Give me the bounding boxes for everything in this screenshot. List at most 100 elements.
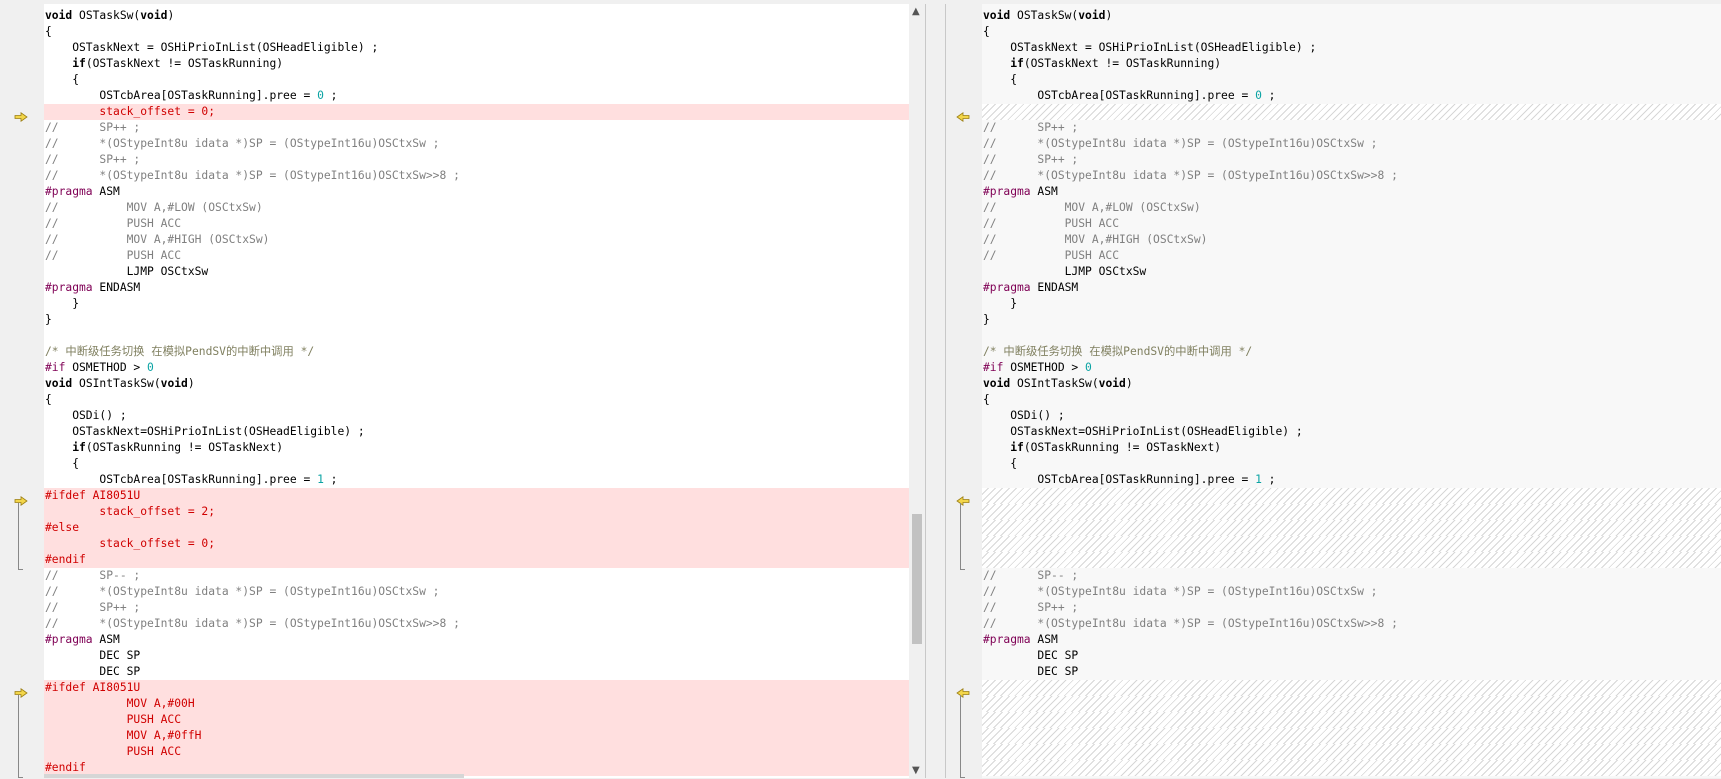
left-code-line[interactable]: #pragma ASM <box>44 184 909 200</box>
right-code-line[interactable]: { <box>982 392 1721 408</box>
left-code-line[interactable]: // *(OStypeInt8u idata *)SP = (OStypeInt… <box>44 168 909 184</box>
left-code-line[interactable] <box>44 328 909 344</box>
diff-next-arrow-icon[interactable] <box>14 683 28 698</box>
right-code-line[interactable]: // MOV A,#LOW (OSCtxSw) <box>982 200 1721 216</box>
left-code-line[interactable]: // *(OStypeInt8u idata *)SP = (OStypeInt… <box>44 584 909 600</box>
left-code-line[interactable]: } <box>44 312 909 328</box>
left-code-line[interactable]: // PUSH ACC <box>44 248 909 264</box>
right-code-line[interactable]: // SP-- ; <box>982 568 1721 584</box>
left-code-line[interactable]: // SP++ ; <box>44 152 909 168</box>
left-code-line[interactable]: OSTaskNext=OSHiPrioInList(OSHeadEligible… <box>44 424 909 440</box>
right-code-line[interactable] <box>982 696 1721 712</box>
right-code-line[interactable]: // PUSH ACC <box>982 248 1721 264</box>
right-code-line[interactable]: void OSIntTaskSw(void) <box>982 376 1721 392</box>
right-code-line[interactable] <box>982 520 1721 536</box>
left-code-line[interactable]: #pragma ENDASM <box>44 280 909 296</box>
right-code-line[interactable]: OSTcbArea[OSTaskRunning].pree = 1 ; <box>982 472 1721 488</box>
left-code-line[interactable]: OSTaskNext = OSHiPrioInList(OSHeadEligib… <box>44 40 909 56</box>
left-code-line[interactable]: void OSTaskSw(void) <box>44 8 909 24</box>
right-code-line[interactable]: // *(OStypeInt8u idata *)SP = (OStypeInt… <box>982 168 1721 184</box>
right-code-line[interactable]: OSTaskNext = OSHiPrioInList(OSHeadEligib… <box>982 40 1721 56</box>
right-code-line[interactable]: DEC SP <box>982 648 1721 664</box>
right-code-line[interactable]: #if OSMETHOD > 0 <box>982 360 1721 376</box>
right-code-line[interactable] <box>982 760 1721 776</box>
left-code-line[interactable]: // *(OStypeInt8u idata *)SP = (OStypeInt… <box>44 136 909 152</box>
right-code-line[interactable]: DEC SP <box>982 664 1721 680</box>
right-code-line[interactable]: #pragma ASM <box>982 184 1721 200</box>
right-code-line[interactable]: // *(OStypeInt8u idata *)SP = (OStypeInt… <box>982 136 1721 152</box>
left-code-line[interactable]: OSTcbArea[OSTaskRunning].pree = 1 ; <box>44 472 909 488</box>
left-code-line[interactable]: // MOV A,#LOW (OSCtxSw) <box>44 200 909 216</box>
left-code-line[interactable]: OSDi() ; <box>44 408 909 424</box>
left-code-line[interactable]: OSTcbArea[OSTaskRunning].pree = 0 ; <box>44 88 909 104</box>
left-code-line[interactable]: MOV A,#0ffH <box>44 728 909 744</box>
left-code-line[interactable]: stack_offset = 0; <box>44 104 909 120</box>
right-code-line[interactable]: // SP++ ; <box>982 120 1721 136</box>
left-code-line[interactable]: // SP-- ; <box>44 568 909 584</box>
scroll-thumb[interactable] <box>912 514 922 644</box>
left-code-line[interactable]: #endif <box>44 552 909 568</box>
right-code-line[interactable]: // MOV A,#HIGH (OSCtxSw) <box>982 232 1721 248</box>
left-code-view[interactable]: void OSTaskSw(void){ OSTaskNext = OSHiPr… <box>44 8 909 776</box>
left-file-pane[interactable]: void OSTaskSw(void){ OSTaskNext = OSHiPr… <box>0 4 926 778</box>
right-code-line[interactable]: { <box>982 456 1721 472</box>
right-code-line[interactable]: OSDi() ; <box>982 408 1721 424</box>
right-code-line[interactable]: { <box>982 72 1721 88</box>
left-code-line[interactable]: PUSH ACC <box>44 712 909 728</box>
left-code-line[interactable]: void OSIntTaskSw(void) <box>44 376 909 392</box>
left-vertical-scrollbar[interactable]: ▲ ▼ <box>909 4 925 778</box>
left-code-line[interactable]: { <box>44 456 909 472</box>
right-code-line[interactable] <box>982 680 1721 696</box>
right-code-line[interactable] <box>982 536 1721 552</box>
left-code-line[interactable]: { <box>44 72 909 88</box>
right-code-line[interactable]: OSTaskNext=OSHiPrioInList(OSHeadEligible… <box>982 424 1721 440</box>
scroll-down-icon[interactable]: ▼ <box>912 765 920 776</box>
left-code-line[interactable]: #ifdef AI8051U <box>44 680 909 696</box>
diff-prev-arrow-icon[interactable] <box>956 491 970 506</box>
left-code-line[interactable]: // *(OStypeInt8u idata *)SP = (OStypeInt… <box>44 616 909 632</box>
right-code-line[interactable]: // SP++ ; <box>982 600 1721 616</box>
left-code-line[interactable]: { <box>44 392 909 408</box>
right-code-line[interactable] <box>982 712 1721 728</box>
left-code-line[interactable]: DEC SP <box>44 664 909 680</box>
right-file-pane[interactable]: void OSTaskSw(void) { OSTaskNext = OSHiPr… <box>945 4 1721 778</box>
right-code-line[interactable]: OSTcbArea[OSTaskRunning].pree = 0 ; <box>982 88 1721 104</box>
right-code-line[interactable]: // *(OStypeInt8u idata *)SP = (OStypeInt… <box>982 584 1721 600</box>
right-code-line[interactable] <box>982 728 1721 744</box>
left-code-line[interactable]: #if OSMETHOD > 0 <box>44 360 909 376</box>
left-code-line[interactable]: { <box>44 24 909 40</box>
left-horizontal-scrollbar[interactable] <box>44 774 464 778</box>
diff-next-arrow-icon[interactable] <box>14 491 28 506</box>
left-code-line[interactable]: if(OSTaskRunning != OSTaskNext) <box>44 440 909 456</box>
left-code-line[interactable]: DEC SP <box>44 648 909 664</box>
left-code-line[interactable]: #else <box>44 520 909 536</box>
left-code-line[interactable]: #ifdef AI8051U <box>44 488 909 504</box>
right-code-line[interactable]: } <box>982 312 1721 328</box>
left-code-line[interactable]: // SP++ ; <box>44 600 909 616</box>
right-code-line[interactable]: #pragma ASM <box>982 632 1721 648</box>
right-code-line[interactable] <box>982 552 1721 568</box>
left-code-line[interactable]: if(OSTaskNext != OSTaskRunning) <box>44 56 909 72</box>
right-code-line[interactable]: #pragma ENDASM <box>982 280 1721 296</box>
right-code-line[interactable] <box>982 744 1721 760</box>
right-code-line[interactable]: } <box>982 296 1721 312</box>
left-code-line[interactable]: stack_offset = 2; <box>44 504 909 520</box>
right-code-view[interactable]: void OSTaskSw(void) { OSTaskNext = OSHiPr… <box>982 8 1721 776</box>
right-code-line[interactable]: LJMP OSCtxSw <box>982 264 1721 280</box>
right-code-line[interactable]: void OSTaskSw(void) <box>982 8 1721 24</box>
right-code-line[interactable] <box>982 488 1721 504</box>
left-code-line[interactable]: PUSH ACC <box>44 744 909 760</box>
left-code-line[interactable]: /* 中断级任务切换 在模拟PendSV的中断中调用 */ <box>44 344 909 360</box>
right-code-line[interactable]: if(OSTaskRunning != OSTaskNext) <box>982 440 1721 456</box>
right-code-line[interactable]: // SP++ ; <box>982 152 1721 168</box>
left-code-line[interactable]: } <box>44 296 909 312</box>
right-code-line[interactable]: // *(OStypeInt8u idata *)SP = (OStypeInt… <box>982 616 1721 632</box>
scroll-up-icon[interactable]: ▲ <box>912 6 920 17</box>
right-code-line[interactable] <box>982 328 1721 344</box>
left-code-line[interactable]: stack_offset = 0; <box>44 536 909 552</box>
left-code-line[interactable]: MOV A,#00H <box>44 696 909 712</box>
left-code-line[interactable]: #pragma ASM <box>44 632 909 648</box>
diff-next-arrow-icon[interactable] <box>14 107 28 122</box>
right-code-line[interactable]: /* 中断级任务切换 在模拟PendSV的中断中调用 */ <box>982 344 1721 360</box>
left-code-line[interactable]: // SP++ ; <box>44 120 909 136</box>
